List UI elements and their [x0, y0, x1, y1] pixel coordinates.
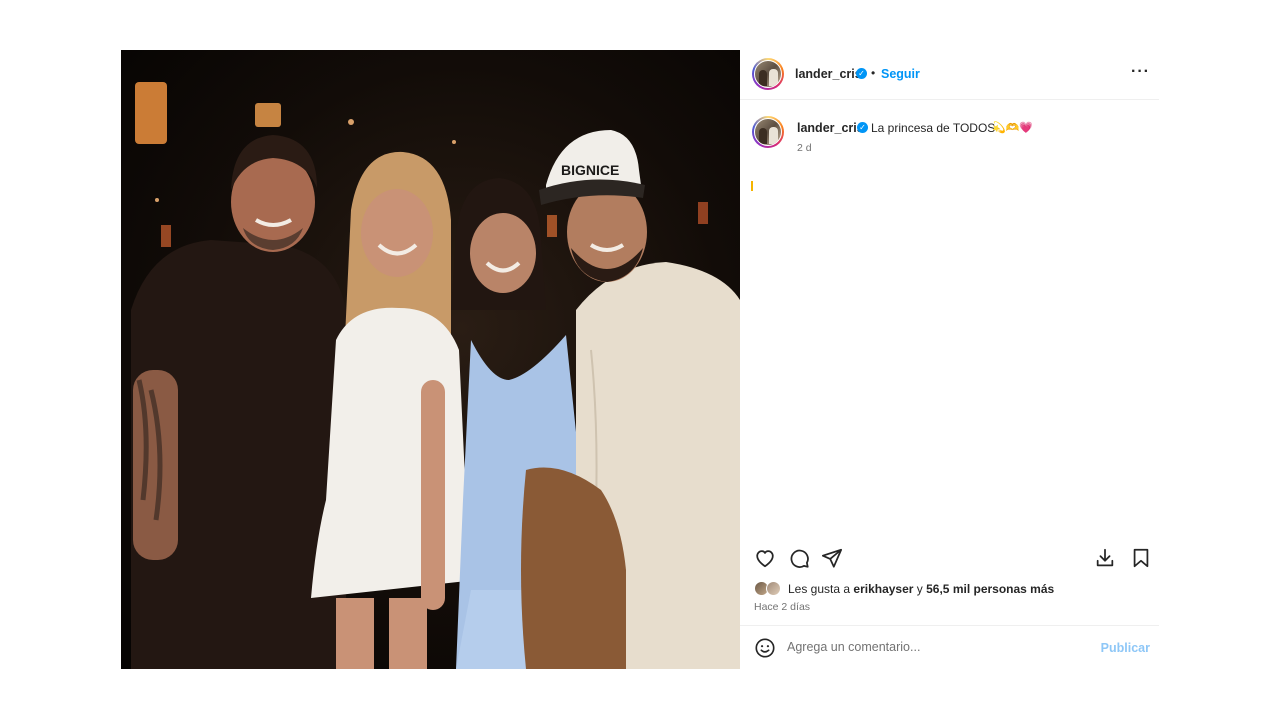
post-date[interactable]: Hace 2 días [754, 601, 810, 613]
liker-avatar [766, 581, 781, 596]
more-options-icon[interactable]: ··· [1131, 63, 1150, 81]
separator-dot: • [871, 66, 876, 80]
light-dot [155, 198, 159, 202]
likes-user[interactable]: erikhayser [853, 582, 913, 596]
post-photo[interactable]: BIGNICE [121, 50, 740, 669]
wall-lamp [135, 82, 167, 144]
text-cursor [751, 181, 753, 191]
action-bar [740, 540, 1159, 576]
bookmark-icon[interactable] [1130, 547, 1152, 574]
verified-badge-icon: ✓ [857, 122, 868, 133]
heart-icon[interactable] [754, 547, 776, 574]
caption-avatar[interactable] [752, 116, 784, 148]
person-2 [311, 151, 478, 669]
emoji-icon[interactable] [754, 637, 776, 664]
avatar-image [754, 118, 782, 146]
download-icon[interactable] [1094, 547, 1116, 574]
caption-text: La princesa de TODOS [871, 121, 996, 135]
post-header: lander_cris ✓ • Seguir ··· [740, 50, 1159, 100]
likes-prefix: Les gusta a [788, 582, 851, 596]
caption-age[interactable]: 2 d [797, 142, 812, 154]
caption-emojis: 💫🫶💗 [992, 122, 1034, 134]
author-avatar[interactable] [752, 58, 784, 90]
likes-conjunction: y [916, 582, 923, 596]
comment-bar: Publicar [740, 625, 1159, 670]
wall-lamp [161, 225, 171, 247]
avatar-image [754, 60, 782, 88]
post-photo-illustration: BIGNICE [131, 82, 740, 669]
post-side-panel: lander_cris ✓ • Seguir ··· lander_cris ✓… [740, 50, 1159, 669]
wall-lamp [255, 103, 281, 127]
verified-badge-icon: ✓ [856, 68, 867, 79]
light-dot [348, 119, 354, 125]
share-icon[interactable] [821, 547, 843, 574]
likes-text: Les gusta a erikhayser y 56,5 mil person… [788, 582, 1054, 596]
publish-button[interactable]: Publicar [1101, 641, 1150, 655]
light-dot [452, 140, 456, 144]
comment-input[interactable] [787, 636, 1087, 658]
caption-username[interactable]: lander_cris [797, 121, 864, 135]
likes-summary[interactable]: Les gusta a erikhayser y 56,5 mil person… [754, 580, 1154, 598]
follow-button[interactable]: Seguir [881, 67, 920, 81]
wall-lamp [698, 202, 708, 224]
cap-print: BIGNICE [561, 162, 619, 178]
likes-others[interactable]: 56,5 mil personas más [926, 582, 1054, 596]
author-username[interactable]: lander_cris [795, 67, 862, 81]
wall-lamp [547, 215, 557, 237]
comment-icon[interactable] [788, 547, 810, 574]
